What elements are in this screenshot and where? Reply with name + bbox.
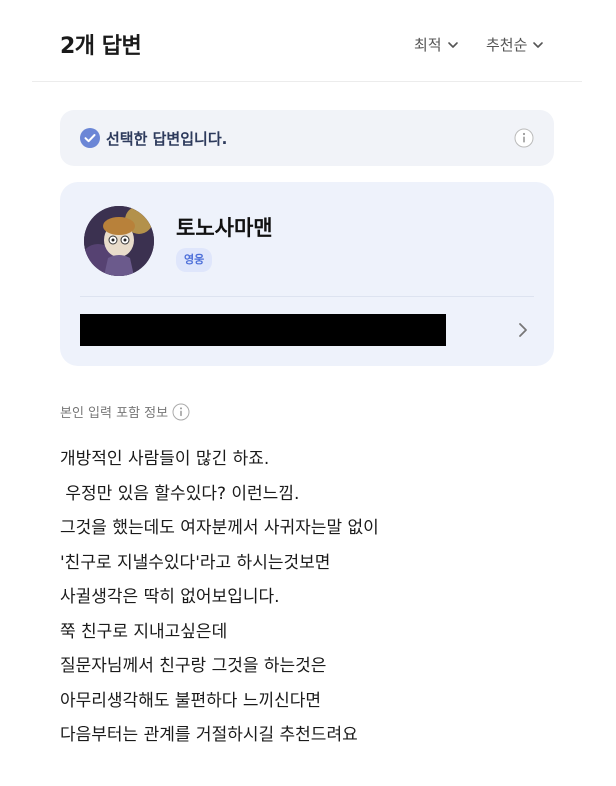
answers-header: 2개 답변 최적 추천순 bbox=[0, 0, 616, 82]
header-divider bbox=[32, 81, 582, 82]
meta-info-label: 본인 입력 포함 정보 bbox=[60, 406, 169, 421]
chevron-down-icon bbox=[447, 41, 458, 48]
answer-line: 질문자님께서 친구랑 그것을 하는것은 bbox=[60, 656, 327, 676]
answer-line: 아무리생각해도 불편하다 느끼신다면 bbox=[60, 690, 322, 711]
answer-line: 사귈생각은 딱히 없어보입니다. bbox=[60, 587, 280, 607]
answer-line: 그것을 했는데도 여자분께서 사귀자는말 없이 bbox=[60, 518, 379, 538]
answer-count-title: 2개 답변 bbox=[60, 34, 142, 59]
avatar-image bbox=[84, 206, 154, 276]
answer-body: 개방적인 사람들이 많긴 하죠. 우정만 있음 할수있다? 이런느낌. 그것을 … bbox=[60, 442, 580, 753]
sort-latest-dropdown[interactable]: 최적 bbox=[414, 34, 460, 55]
card-divider bbox=[80, 296, 534, 297]
answer-line: 우정만 있음 할수있다? 이런느낌. bbox=[60, 483, 300, 504]
selected-answer-banner: 선택한 답변입니다. bbox=[60, 110, 554, 166]
selected-answer-text: 선택한 답변입니다. bbox=[106, 130, 228, 148]
chevron-right-icon[interactable] bbox=[516, 321, 530, 339]
answer-line: 쭉 친구로 지내고싶은데 bbox=[60, 621, 228, 642]
check-circle-icon bbox=[80, 128, 100, 148]
info-icon[interactable] bbox=[514, 128, 534, 148]
sort-recommend-dropdown[interactable]: 추천순 bbox=[486, 34, 545, 55]
answerer-profile-card[interactable]: 토노사마맨 영웅 bbox=[60, 182, 554, 366]
rank-badge: 영웅 bbox=[176, 248, 213, 272]
answer-line: 개방적인 사람들이 많긴 하죠. bbox=[60, 449, 270, 469]
answerer-username[interactable]: 토노사마맨 bbox=[176, 212, 273, 242]
sort-latest-label: 최적 bbox=[414, 36, 442, 54]
info-icon[interactable] bbox=[172, 403, 190, 421]
answer-line: '친구로 지낼수있다'라고 하시는것보면 bbox=[60, 552, 331, 573]
sort-recommend-label: 추천순 bbox=[486, 36, 528, 54]
chevron-down-icon bbox=[533, 41, 544, 48]
redacted-content-bar bbox=[80, 314, 446, 346]
meta-info-row: 본인 입력 포함 정보 bbox=[60, 402, 190, 421]
avatar[interactable] bbox=[84, 206, 154, 276]
answer-line: 다음부터는 관계를 거절하시길 추천드려요 bbox=[60, 725, 358, 745]
